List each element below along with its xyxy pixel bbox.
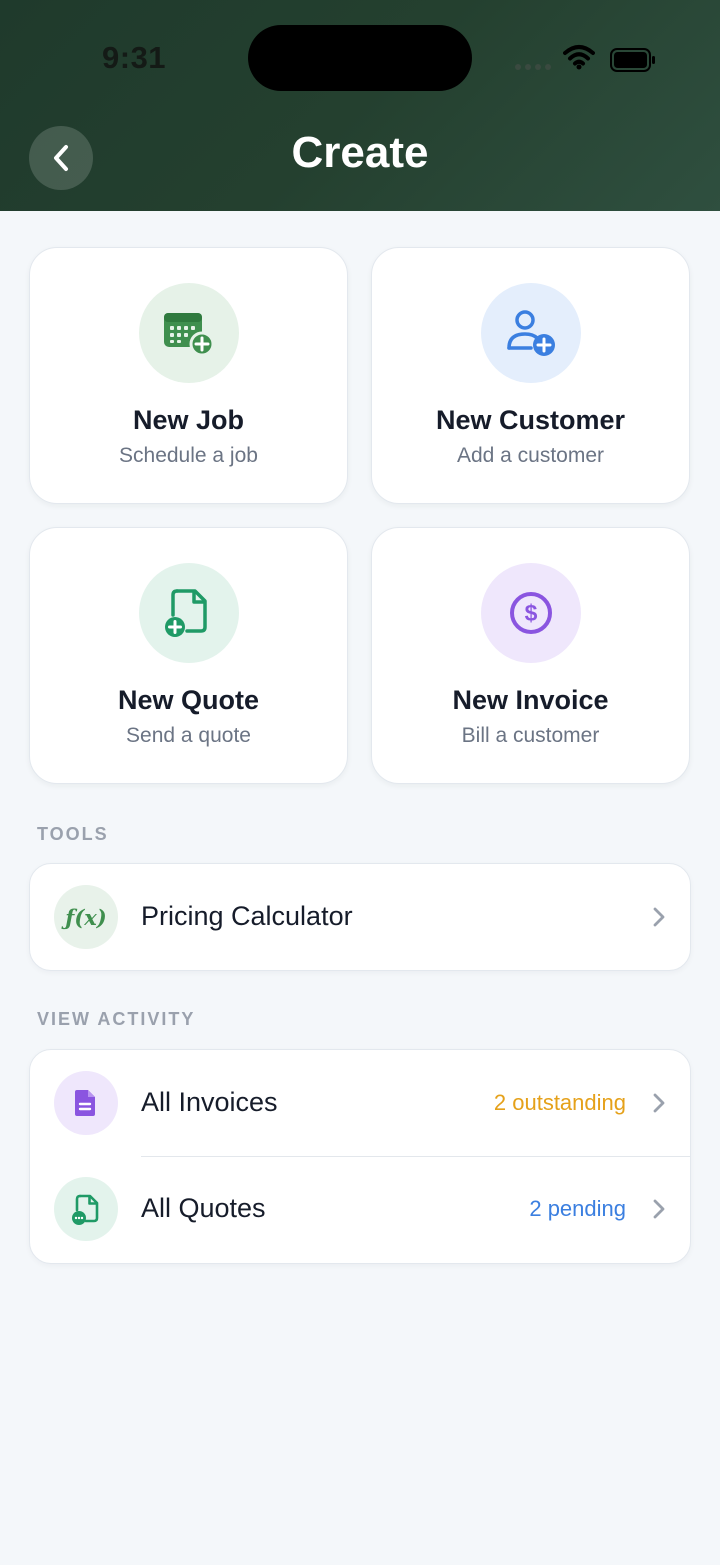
calendar-add-icon — [139, 283, 239, 383]
new-customer-card[interactable]: New Customer Add a customer — [371, 247, 690, 504]
all-invoices-row[interactable]: All Invoices 2 outstanding — [30, 1050, 690, 1156]
quote-document-icon — [54, 1177, 118, 1241]
all-quotes-row[interactable]: All Quotes 2 pending — [30, 1156, 690, 1262]
card-title: New Invoice — [452, 685, 609, 715]
card-subtitle: Send a quote — [126, 724, 251, 747]
card-subtitle: Bill a customer — [461, 724, 600, 747]
dollar-circle-icon: $ — [481, 563, 581, 663]
status-badge: 2 outstanding — [493, 1090, 626, 1115]
dynamic-island — [248, 25, 472, 91]
invoice-document-icon — [54, 1071, 118, 1135]
function-icon: ƒ(x) — [54, 885, 118, 949]
row-label: Pricing Calculator — [141, 901, 353, 931]
tools-section-label: TOOLS — [37, 824, 109, 844]
cellular-signal-icon — [515, 64, 551, 70]
battery-icon — [610, 48, 655, 72]
status-time: 9:31 — [102, 40, 167, 75]
function-icon-text: ƒ(x) — [65, 904, 107, 930]
document-add-icon — [139, 563, 239, 663]
header: 9:31 Create — [0, 0, 720, 211]
row-label: All Quotes — [141, 1193, 266, 1223]
activity-list: All Invoices 2 outstanding All Quotes 2 … — [29, 1049, 691, 1264]
wifi-icon — [563, 45, 595, 70]
tools-list: ƒ(x) Pricing Calculator — [29, 863, 691, 971]
svg-text:$: $ — [525, 600, 538, 626]
card-title: New Quote — [117, 685, 259, 715]
pricing-calculator-row[interactable]: ƒ(x) Pricing Calculator — [30, 864, 690, 970]
new-job-card[interactable]: New Job Schedule a job — [29, 247, 348, 504]
chevron-right-icon — [653, 1199, 665, 1219]
chevron-right-icon — [653, 1093, 665, 1113]
card-subtitle: Schedule a job — [119, 444, 258, 467]
card-title: New Customer — [435, 405, 626, 435]
user-add-icon — [481, 283, 581, 383]
card-title: New Job — [132, 405, 245, 435]
new-quote-card[interactable]: New Quote Send a quote — [29, 527, 348, 784]
row-label: All Invoices — [141, 1087, 278, 1117]
card-subtitle: Add a customer — [456, 444, 605, 467]
chevron-right-icon — [653, 907, 665, 927]
view-activity-section-label: VIEW ACTIVITY — [37, 1009, 196, 1029]
page-title: Create — [291, 128, 429, 177]
new-invoice-card[interactable]: $ New Invoice Bill a customer — [371, 527, 690, 784]
status-badge: 2 pending — [529, 1196, 626, 1221]
